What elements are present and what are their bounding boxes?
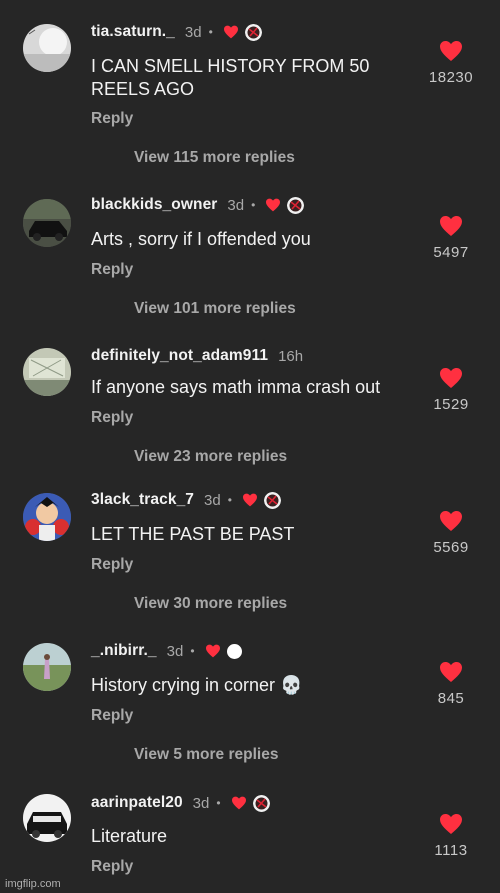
avatar[interactable] xyxy=(23,794,71,842)
timestamp: 3d xyxy=(192,794,210,812)
like-column: 1113 xyxy=(416,813,486,859)
like-count: 1113 xyxy=(434,842,468,859)
reply-button[interactable]: Reply xyxy=(91,858,133,876)
small-heart-icon xyxy=(231,796,247,810)
separator-dot: • xyxy=(216,796,221,810)
comment-text: Literature xyxy=(91,826,168,846)
comment-meta: aarinpatel20 3d • xyxy=(91,794,270,812)
heart-icon[interactable] xyxy=(439,813,463,835)
creator-avatar-badge xyxy=(252,794,270,812)
comment-item: aarinpatel20 3d • Literature Reply 1113 xyxy=(0,0,500,893)
watermark: imgflip.com xyxy=(5,878,61,890)
username[interactable]: aarinpatel20 xyxy=(91,794,183,812)
